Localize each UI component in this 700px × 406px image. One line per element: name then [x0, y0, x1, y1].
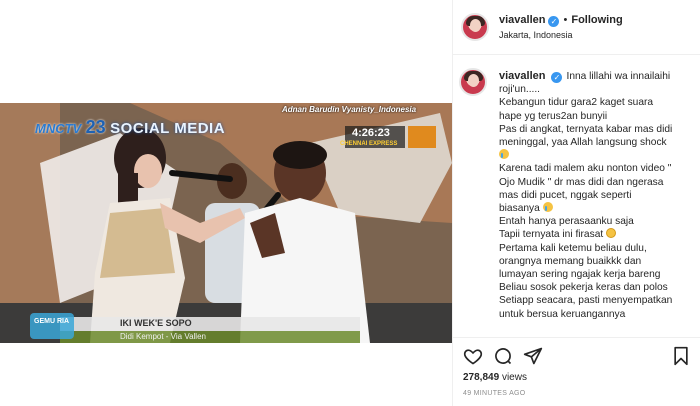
username-link[interactable]: viavallen: [499, 14, 545, 26]
share-icon[interactable]: [523, 346, 543, 366]
post-header: viavallen ✓ • Following Jakarta, Indonesia: [453, 0, 700, 55]
post-sidebar: viavallen ✓ • Following Jakarta, Indonesia …: [452, 0, 700, 406]
caption-line: Ojo Mudik " dr mas didi dan ngerasa: [499, 176, 664, 188]
caption-line: Pas di angkat, ternyata kabar mas didi: [499, 123, 673, 135]
caption-line: untuk bersua keruangannya: [499, 308, 626, 320]
verified-badge-icon: ✓: [548, 16, 560, 27]
caption-line: roji'un.....: [499, 84, 541, 96]
header-name-row: viavallen ✓ • Following: [499, 14, 623, 27]
avatar[interactable]: [459, 68, 487, 96]
caption-area: viavallen ✓ Inna lillahi wa innailaihi roj…: [453, 56, 700, 336]
caption-line: meninggal, yaa Allah langsung shock: [499, 137, 667, 149]
heart-icon[interactable]: [463, 346, 483, 366]
channel-logo: MNCTV 23 SOCIAL MEDIA: [35, 117, 226, 137]
caption-line: Entah hanya perasaanku saja: [499, 216, 634, 228]
instagram-post: Adnan Barudin Vyanisty_Indonesia MNCTV 2…: [0, 0, 700, 406]
caption-line: lumayan sering ngajak kerja bareng: [499, 269, 661, 281]
video-scene: [0, 103, 452, 343]
following-button[interactable]: Following: [571, 14, 622, 26]
program-name: SOCIAL MEDIA: [110, 120, 226, 137]
caption-line: Tapii ternyata ini firasat: [499, 228, 695, 241]
caption-line: Kebangun tidur gara2 kaget suara: [499, 97, 654, 109]
separator-dot: •: [563, 14, 568, 26]
post-media: Adnan Barudin Vyanisty_Indonesia MNCTV 2…: [0, 0, 452, 406]
post-actions: 278,849 views 49 MINUTES AGO: [453, 337, 700, 406]
caption-line: mas didi pucet, nggak seperti: [499, 189, 632, 201]
caption-line: Karena tadi malem aku nonton video ": [499, 163, 672, 175]
caption-line: Setiapp seacara, pasti menyempatkan: [499, 295, 673, 307]
avatar[interactable]: [461, 13, 489, 41]
song-artist: Didi Kempot - Via Vallen: [120, 332, 206, 341]
caption-line: hape yg terus2an bunyii: [499, 110, 608, 122]
caption-username-link[interactable]: viavallen: [499, 70, 545, 82]
location-link[interactable]: Jakarta, Indonesia: [499, 30, 573, 40]
video-overlay-credit: Adnan Barudin Vyanisty_Indonesia: [282, 105, 417, 114]
views-count[interactable]: 278,849 views: [463, 372, 527, 383]
broadcast-clock: 4:26:23: [352, 127, 390, 139]
corner-logo: GEMU RIA: [34, 318, 69, 325]
crying-face-icon: [499, 149, 509, 160]
song-title: IKI WEK'E SOPO: [120, 318, 192, 328]
caption-line: Pertama kali ketemu beliau dulu,: [499, 242, 647, 254]
caption-line: [499, 149, 695, 162]
caption-line: orangnya memang buaikkk dan: [499, 255, 642, 267]
sad-face-icon: [606, 228, 617, 239]
video-frame[interactable]: Adnan Barudin Vyanisty_Indonesia MNCTV 2…: [0, 103, 452, 343]
post-timestamp[interactable]: 49 MINUTES AGO: [463, 390, 526, 397]
caption-line: Beliau sosok pekerja keras dan polos: [499, 282, 668, 294]
comment-icon[interactable]: [493, 346, 513, 366]
crying-face-icon: [542, 202, 553, 213]
caption-text: viavallen ✓ Inna lillahi wa innailaihi roj…: [499, 70, 695, 321]
verified-badge-icon: ✓: [551, 72, 563, 83]
sponsor-text: CHENNAI EXPRESS: [340, 141, 398, 147]
caption-line: biasanya: [499, 202, 695, 215]
bookmark-icon[interactable]: [671, 346, 691, 366]
